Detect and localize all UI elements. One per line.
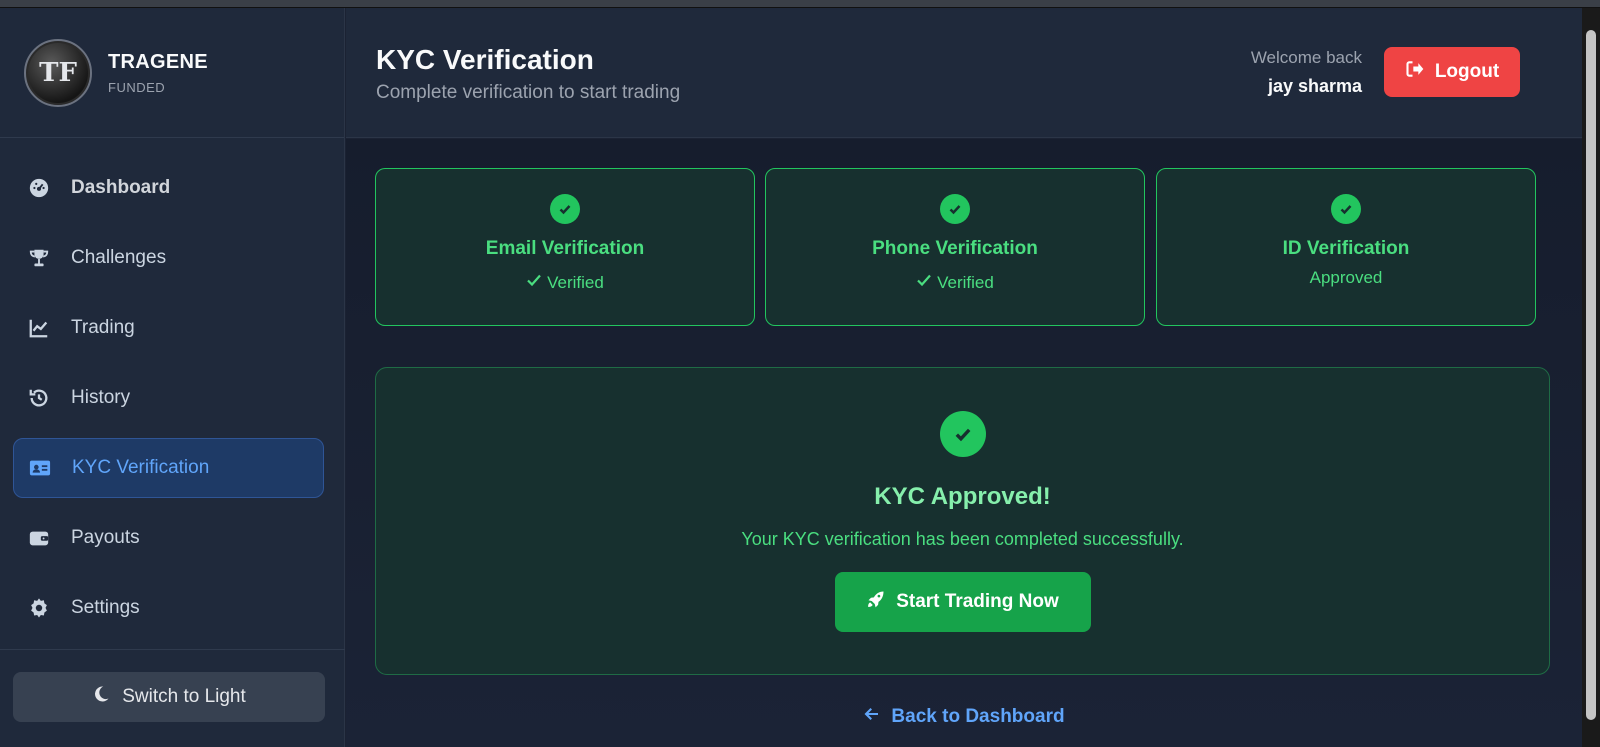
sidebar-item-challenges[interactable]: Challenges: [13, 228, 324, 288]
brand-logo: TF: [24, 38, 92, 107]
check-circle-icon: [939, 411, 986, 457]
scrollbar[interactable]: [1582, 8, 1600, 747]
page-header: KYC Verification Complete verification t…: [346, 8, 1582, 138]
sidebar-item-dashboard[interactable]: Dashboard: [13, 158, 324, 218]
main-content: Email Verification Verified Phone Verifi…: [346, 139, 1582, 747]
sidebar-item-settings[interactable]: Settings: [13, 578, 324, 638]
check-circle-icon: [940, 194, 970, 224]
approved-title: KYC Approved!: [874, 483, 1051, 510]
brand[interactable]: TF TRAGENE FUNDED: [0, 8, 344, 138]
sidebar-item-label: Payouts: [71, 527, 140, 548]
back-to-dashboard-link[interactable]: Back to Dashboard: [346, 705, 1582, 729]
sidebar-item-label: Settings: [71, 597, 140, 618]
sidebar-item-label: Dashboard: [71, 177, 171, 198]
sidebar-nav: Dashboard Challenges Trading History KYC…: [0, 138, 344, 638]
user-name: jay sharma: [1267, 76, 1362, 96]
switch-theme-button[interactable]: Switch to Light: [13, 672, 325, 722]
back-link-label: Back to Dashboard: [891, 706, 1065, 727]
check-icon: [526, 272, 547, 293]
arrow-left-icon: [863, 705, 891, 729]
brand-subtitle: FUNDED: [108, 79, 166, 95]
trophy-icon: [27, 246, 51, 270]
sidebar-item-payouts[interactable]: Payouts: [13, 508, 324, 568]
phone-verification-card: Phone Verification Verified: [765, 168, 1145, 326]
logout-icon: [1405, 59, 1435, 85]
status-text: Approved: [1309, 268, 1383, 287]
page-subtitle: Complete verification to start trading: [376, 82, 681, 103]
sidebar-item-label: Trading: [71, 317, 135, 338]
switch-theme-label: Switch to Light: [122, 686, 246, 707]
approved-message: Your KYC verification has been completed…: [741, 529, 1184, 549]
moon-icon: [92, 685, 122, 709]
logout-button[interactable]: Logout: [1384, 47, 1520, 97]
window-top-bar: [0, 0, 1600, 8]
card-status: Approved: [1157, 268, 1535, 288]
logout-label: Logout: [1434, 61, 1500, 82]
brand-name: TRAGENE: [108, 50, 208, 73]
card-status: Verified: [376, 272, 754, 293]
card-title: ID Verification: [1282, 238, 1410, 259]
sidebar-item-trading[interactable]: Trading: [13, 298, 324, 358]
page-title: KYC Verification: [376, 44, 594, 75]
check-icon: [916, 272, 937, 293]
gear-icon: [27, 596, 51, 620]
status-text: Verified: [547, 272, 604, 292]
kyc-approved-panel: KYC Approved! Your KYC verification has …: [375, 367, 1550, 675]
brand-logo-text: TF: [39, 57, 77, 88]
gauge-icon: [27, 176, 51, 200]
history-icon: [27, 386, 51, 410]
scrollbar-thumb[interactable]: [1586, 30, 1596, 720]
start-trading-button[interactable]: Start Trading Now: [834, 572, 1091, 632]
sidebar-item-label: Challenges: [71, 247, 167, 268]
sidebar-item-kyc-verification[interactable]: KYC Verification: [13, 438, 324, 498]
sidebar-item-label: KYC Verification: [72, 457, 210, 478]
id-verification-card: ID Verification Approved: [1156, 168, 1536, 326]
check-circle-icon: [1331, 194, 1361, 224]
email-verification-card: Email Verification Verified: [375, 168, 755, 326]
status-text: Verified: [937, 272, 994, 292]
card-status: Verified: [766, 272, 1144, 293]
sidebar-item-history[interactable]: History: [13, 368, 324, 428]
start-trading-label: Start Trading Now: [896, 591, 1059, 612]
rocket-icon: [866, 589, 896, 615]
sidebar-item-label: History: [71, 387, 131, 408]
user-welcome: Welcome back jay sharma: [1251, 48, 1362, 97]
chart-line-icon: [27, 316, 51, 340]
id-card-icon: [28, 456, 52, 480]
check-circle-icon: [550, 194, 580, 224]
theme-toggle-area: Switch to Light: [0, 649, 345, 747]
wallet-icon: [27, 526, 51, 550]
card-title: Email Verification: [485, 238, 645, 259]
welcome-label: Welcome back: [1250, 48, 1362, 67]
sidebar: TF TRAGENE FUNDED Dashboard Challenges T…: [0, 8, 345, 747]
card-title: Phone Verification: [872, 238, 1038, 259]
